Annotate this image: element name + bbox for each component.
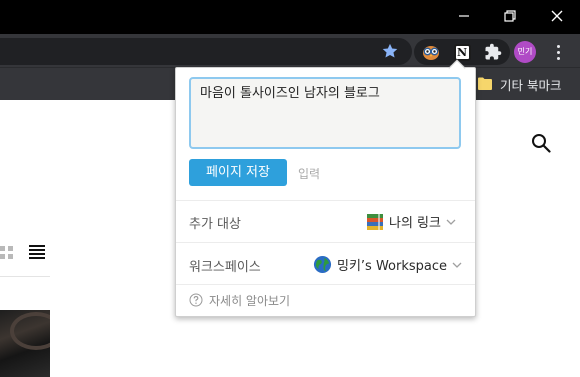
puzzle-icon	[485, 43, 502, 60]
divider	[176, 242, 475, 243]
workspace-label: 워크스페이스	[189, 260, 261, 275]
books-icon	[367, 213, 383, 230]
extensions-button[interactable]	[482, 41, 504, 63]
maximize-button[interactable]	[487, 0, 533, 32]
three-dots-icon[interactable]	[552, 41, 564, 63]
question-icon[interactable]	[189, 293, 203, 307]
learn-more-link[interactable]: 자세히 알아보기	[209, 292, 290, 309]
close-icon	[551, 10, 563, 22]
post-thumbnail[interactable]	[0, 310, 50, 377]
divider	[176, 284, 475, 285]
divider	[176, 200, 475, 201]
workspace-value: 밍키’s Workspace	[337, 259, 448, 274]
list-view-icon[interactable]	[29, 245, 45, 259]
minimize-icon	[459, 15, 469, 17]
chevron-down-icon	[446, 219, 456, 225]
save-page-button[interactable]: 페이지 저장	[189, 159, 287, 186]
notion-extension-icon: N	[453, 43, 471, 61]
profile-avatar[interactable]: 민기	[514, 41, 536, 63]
add-to-value: 나의 링크	[389, 216, 441, 231]
owl-extension-button[interactable]	[420, 41, 442, 63]
grid-view-icon[interactable]	[0, 245, 20, 261]
workspace-selector[interactable]: 밍키’s Workspace	[313, 255, 462, 274]
close-button[interactable]	[534, 0, 580, 32]
minimize-button[interactable]	[441, 0, 487, 32]
add-to-selector[interactable]: 나의 링크	[366, 212, 456, 231]
owl-extension-icon	[423, 46, 439, 60]
chevron-down-icon	[452, 262, 462, 268]
star-icon[interactable]	[381, 42, 399, 60]
globe-icon	[313, 255, 332, 274]
add-to-label: 추가 대상	[189, 217, 241, 232]
notion-extension-button[interactable]: N	[451, 41, 473, 63]
other-bookmarks-label[interactable]: 기타 북마크	[500, 75, 561, 94]
folder-icon	[478, 77, 492, 90]
address-bar[interactable]	[0, 38, 412, 65]
input-link[interactable]: 입력	[298, 165, 320, 182]
search-icon[interactable]	[531, 133, 551, 153]
page-title-input[interactable]: 마음이 톨사이즈인 남자의 블로그	[189, 77, 461, 149]
maximize-icon	[504, 10, 516, 22]
divider	[0, 276, 50, 277]
